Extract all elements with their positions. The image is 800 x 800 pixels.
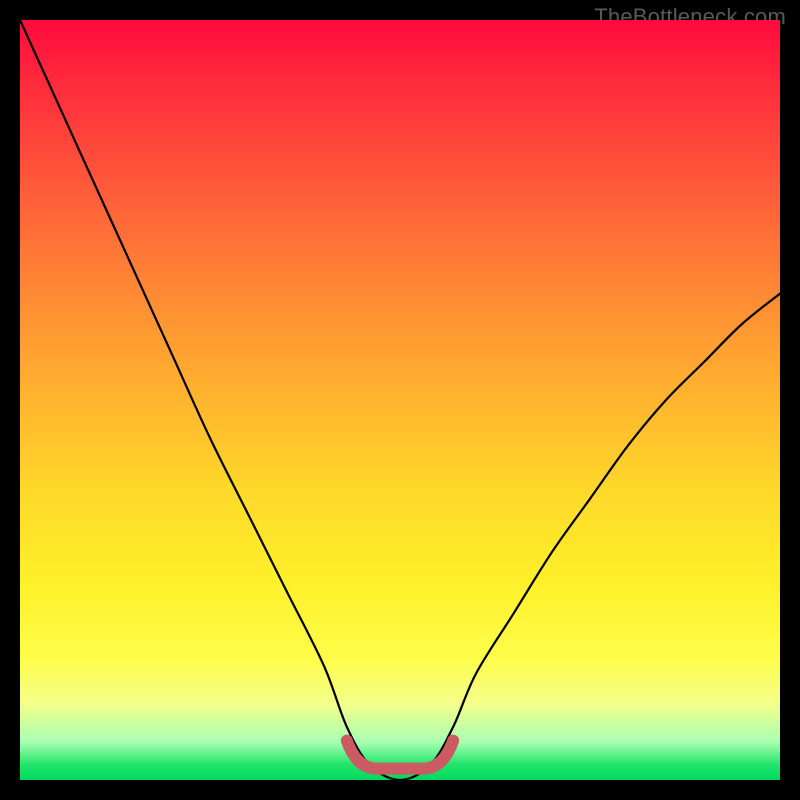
- plot-area: [20, 20, 780, 780]
- bottleneck-curve-path: [20, 20, 780, 780]
- curve-svg: [20, 20, 780, 780]
- chart-frame: TheBottleneck.com: [0, 0, 800, 800]
